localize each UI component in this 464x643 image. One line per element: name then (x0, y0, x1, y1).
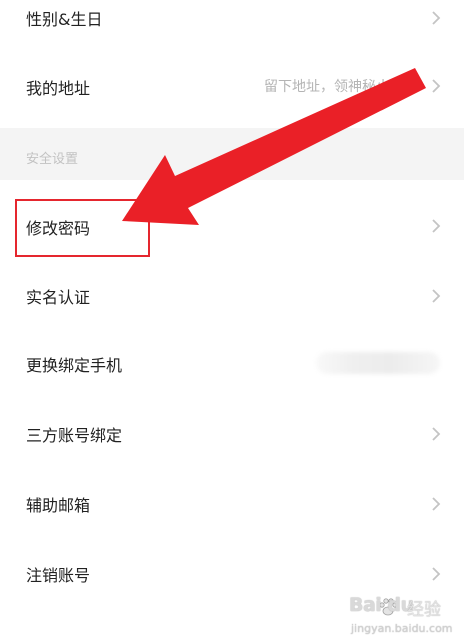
highlight-box (15, 199, 150, 257)
row-label: 我的地址 (26, 79, 91, 98)
chevron-right-icon (432, 427, 441, 441)
chevron-right-icon (432, 567, 441, 581)
watermark-url: jingyan.baidu.com (351, 622, 453, 635)
row-label: 注销账号 (26, 566, 91, 585)
row-label: 三方账号绑定 (26, 426, 123, 445)
blurred-phone-number (316, 352, 440, 374)
chevron-right-icon (432, 11, 441, 25)
chevron-right-icon (432, 289, 441, 303)
section-security-header: 安全设置 (0, 128, 464, 180)
row-backup-email[interactable]: 辅助邮箱 (0, 477, 464, 529)
row-label: 辅助邮箱 (26, 496, 91, 515)
baidu-jingyan-watermark: Bai du 经验 jingyan.baidu.com (333, 590, 459, 640)
chevron-right-icon (432, 219, 441, 233)
address-hint: 留下地址，领神秘小礼物 (264, 79, 418, 95)
section-title: 安全设置 (26, 152, 79, 167)
chevron-right-icon (432, 497, 441, 511)
row-gender-birthday[interactable]: 性别&生日 (0, 0, 464, 36)
row-third-party[interactable]: 三方账号绑定 (0, 408, 464, 460)
row-label: 实名认证 (26, 288, 91, 307)
chevron-right-icon (432, 79, 441, 93)
row-address[interactable]: 我的地址 留下地址，领神秘小礼物 (0, 62, 464, 110)
row-label: 性别&生日 (26, 10, 103, 29)
watermark-brand: Bai du (349, 594, 414, 616)
row-real-name[interactable]: 实名认证 (0, 270, 464, 322)
row-change-phone[interactable]: 更换绑定手机 (0, 338, 464, 390)
row-label: 更换绑定手机 (26, 356, 123, 375)
watermark-product: 经验 (407, 600, 441, 620)
